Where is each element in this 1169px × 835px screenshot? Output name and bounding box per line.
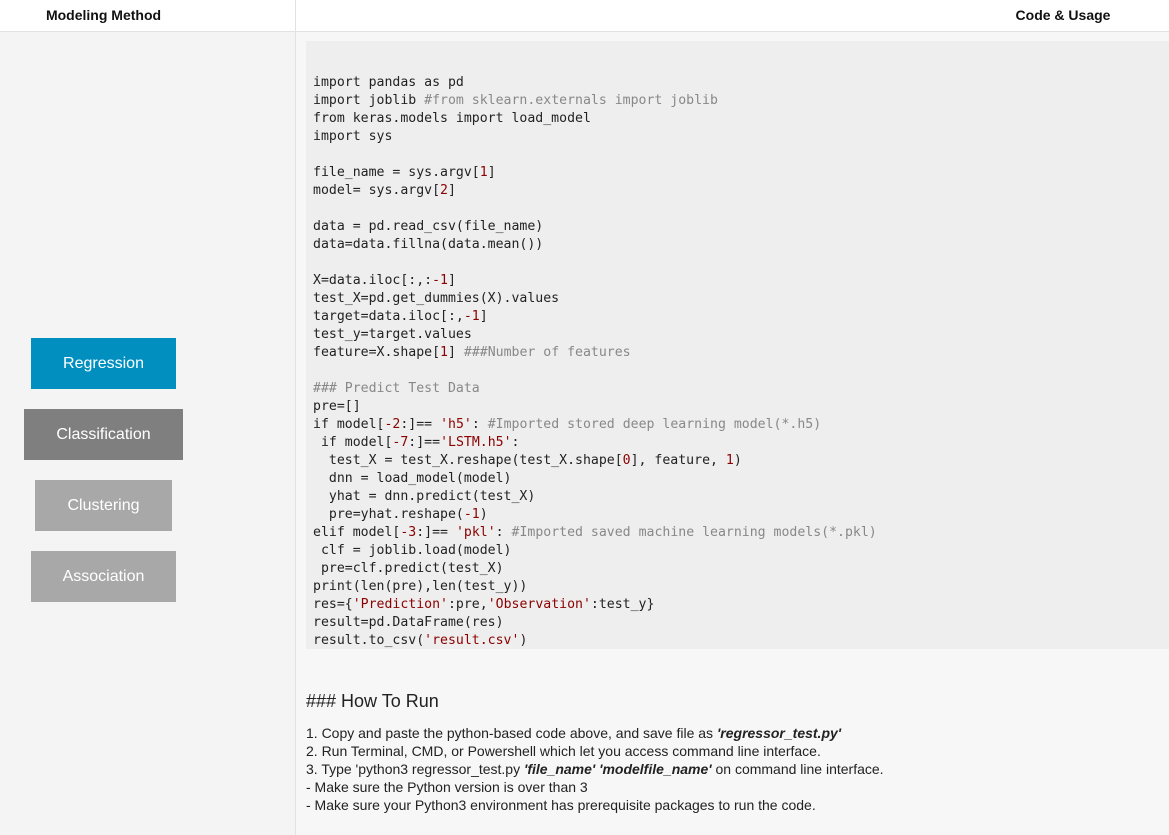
note-packages: - Make sure your Python3 environment has… xyxy=(306,797,816,813)
classification-button[interactable]: Classification xyxy=(24,409,183,460)
header-divider xyxy=(295,0,296,32)
step-1-filename: 'regressor_test.py' xyxy=(716,725,842,741)
step-3-text: 3. Type 'python3 regressor_test.py xyxy=(306,761,524,777)
how-to-run-steps: 1. Copy and paste the python-based code … xyxy=(306,724,1156,814)
regression-button[interactable]: Regression xyxy=(31,338,176,389)
step-3: 3. Type 'python3 regressor_test.py 'file… xyxy=(306,760,1156,778)
top-header: Modeling Method Code & Usage xyxy=(0,0,1169,32)
step-3-args: 'file_name' 'modelfile_name' xyxy=(523,761,712,777)
code-block[interactable]: import pandas as pd import joblib #from … xyxy=(306,41,1169,649)
step-1-text: 1. Copy and paste the python-based code … xyxy=(306,725,717,741)
step-3-suffix: on command line interface. xyxy=(711,761,884,777)
step-2: 2. Run Terminal, CMD, or Powershell whic… xyxy=(306,743,821,759)
code-usage-panel: import pandas as pd import joblib #from … xyxy=(296,32,1169,835)
how-to-run-title: ### How To Run xyxy=(306,691,439,711)
how-to-run-section: ### How To Run 1. Copy and paste the pyt… xyxy=(306,688,1156,814)
association-button[interactable]: Association xyxy=(31,551,176,602)
modeling-method-heading: Modeling Method xyxy=(45,7,162,23)
python-code: import pandas as pd import joblib #from … xyxy=(313,75,877,648)
modeling-method-sidebar: Regression Classification Clustering Ass… xyxy=(0,32,296,835)
code-usage-heading: Code & Usage xyxy=(1015,7,1111,23)
clustering-button[interactable]: Clustering xyxy=(35,480,172,531)
note-python-version: - Make sure the Python version is over t… xyxy=(306,779,588,795)
step-1: 1. Copy and paste the python-based code … xyxy=(306,724,1156,742)
